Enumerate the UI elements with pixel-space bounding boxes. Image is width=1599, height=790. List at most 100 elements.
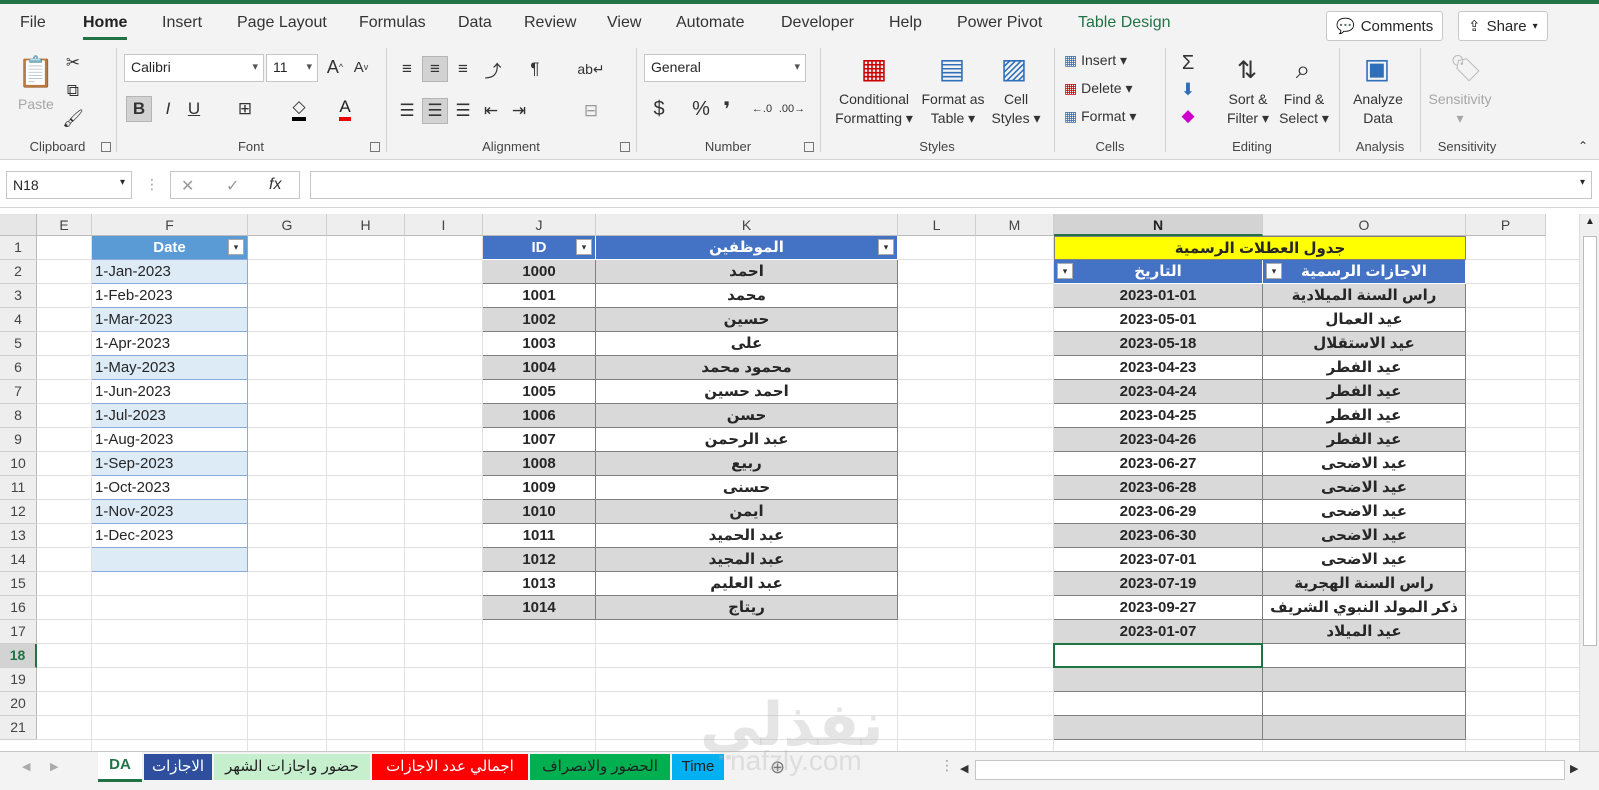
- empty-table-cell[interactable]: [1263, 644, 1466, 668]
- holiday-table-header[interactable]: الاجازات الرسمية ▾: [1263, 260, 1466, 284]
- holiday-date-cell[interactable]: 2023-04-25: [1054, 404, 1263, 428]
- tab-home[interactable]: Home: [83, 14, 128, 40]
- date-cell[interactable]: 1-Feb-2023: [92, 284, 248, 308]
- row-header-12[interactable]: 12: [0, 500, 37, 524]
- font-name-select[interactable]: Calibri ▾: [124, 54, 264, 82]
- empty-table-cell[interactable]: [1263, 716, 1466, 740]
- prev-sheet-icon[interactable]: ◀: [22, 760, 30, 773]
- row-header-14[interactable]: 14: [0, 548, 37, 572]
- empty-table-cell[interactable]: [1054, 716, 1263, 740]
- date-cell[interactable]: [92, 548, 248, 572]
- date-cell[interactable]: 1-Jan-2023: [92, 260, 248, 284]
- row-header-20[interactable]: 20: [0, 692, 37, 716]
- decrease-indent-icon[interactable]: ⇤: [478, 98, 504, 124]
- employee-name-cell[interactable]: ايمن: [596, 500, 898, 524]
- employee-name-cell[interactable]: حسين: [596, 308, 898, 332]
- align-top-icon[interactable]: ≡: [394, 56, 420, 82]
- holiday-name-cell[interactable]: راس السنة الهجرية: [1263, 572, 1466, 596]
- shrink-font-icon[interactable]: Av: [350, 56, 372, 78]
- date-cell[interactable]: 1-Aug-2023: [92, 428, 248, 452]
- tab-power-pivot[interactable]: Power Pivot: [957, 14, 1042, 32]
- insert-cells-button[interactable]: ▦ Insert ▾: [1064, 52, 1127, 69]
- row-header-18[interactable]: 18: [0, 644, 37, 668]
- holiday-name-cell[interactable]: عيد الاضحى: [1263, 548, 1466, 572]
- holiday-date-cell[interactable]: 2023-05-01: [1054, 308, 1263, 332]
- row-header-11[interactable]: 11: [0, 476, 37, 500]
- holiday-date-cell[interactable]: 2023-01-07: [1054, 620, 1263, 644]
- scroll-thumb[interactable]: [1583, 236, 1597, 646]
- column-header-N[interactable]: N: [1054, 214, 1263, 236]
- date-table-header[interactable]: Date ▾: [92, 236, 248, 260]
- dialog-launcher-icon[interactable]: [620, 142, 630, 152]
- clear-icon[interactable]: ◆: [1175, 104, 1201, 128]
- column-header-J[interactable]: J: [483, 214, 596, 236]
- tab-developer[interactable]: Developer: [781, 14, 854, 32]
- employee-id-cell[interactable]: 1002: [483, 308, 596, 332]
- employee-id-cell[interactable]: 1000: [483, 260, 596, 284]
- font-size-select[interactable]: 11 ▾: [266, 54, 318, 82]
- collapse-ribbon-icon[interactable]: ⌃: [1575, 138, 1591, 154]
- next-sheet-icon[interactable]: ▶: [50, 760, 58, 773]
- employee-name-cell[interactable]: عبد الحميد: [596, 524, 898, 548]
- dialog-launcher-icon[interactable]: [101, 142, 111, 152]
- holiday-name-cell[interactable]: عيد الاضحى: [1263, 476, 1466, 500]
- cut-icon[interactable]: ✂: [62, 52, 84, 74]
- scroll-right-icon[interactable]: ▶: [1570, 762, 1578, 775]
- delete-cells-button[interactable]: ▦ Delete ▾: [1064, 80, 1133, 97]
- date-cell[interactable]: 1-Mar-2023: [92, 308, 248, 332]
- employee-id-cell[interactable]: 1008: [483, 452, 596, 476]
- row-header-21[interactable]: 21: [0, 716, 37, 740]
- orientation-icon[interactable]: ⤴: [480, 56, 506, 82]
- holiday-date-cell[interactable]: 2023-06-27: [1054, 452, 1263, 476]
- row-header-15[interactable]: 15: [0, 572, 37, 596]
- empty-table-cell[interactable]: [1054, 668, 1263, 692]
- employee-name-cell[interactable]: احمد حسين: [596, 380, 898, 404]
- align-middle-icon[interactable]: ≡: [422, 56, 448, 82]
- employee-table-header[interactable]: الموظفين ▾: [596, 236, 898, 260]
- format-as-table-button[interactable]: Format as Table ▾: [916, 90, 990, 128]
- number-format-select[interactable]: General ▾: [644, 54, 806, 82]
- date-cell[interactable]: 1-Sep-2023: [92, 452, 248, 476]
- holiday-name-cell[interactable]: عيد الفطر: [1263, 380, 1466, 404]
- employee-id-cell[interactable]: 1011: [483, 524, 596, 548]
- fill-icon[interactable]: ⬇: [1175, 78, 1201, 102]
- row-header-17[interactable]: 17: [0, 620, 37, 644]
- date-cell[interactable]: 1-Nov-2023: [92, 500, 248, 524]
- column-header-K[interactable]: K: [596, 214, 898, 236]
- column-header-E[interactable]: E: [37, 214, 92, 236]
- holiday-table-header[interactable]: التاريخ ▾: [1054, 260, 1263, 284]
- column-header-L[interactable]: L: [898, 214, 976, 236]
- date-cell[interactable]: 1-Jul-2023: [92, 404, 248, 428]
- holiday-date-cell[interactable]: 2023-07-19: [1054, 572, 1263, 596]
- holiday-name-cell[interactable]: عيد الاضحى: [1263, 452, 1466, 476]
- date-cell[interactable]: 1-May-2023: [92, 356, 248, 380]
- column-header-M[interactable]: M: [976, 214, 1054, 236]
- employee-name-cell[interactable]: احمد: [596, 260, 898, 284]
- employee-id-cell[interactable]: 1013: [483, 572, 596, 596]
- column-header-I[interactable]: I: [405, 214, 483, 236]
- font-color-icon[interactable]: A: [332, 96, 358, 122]
- empty-table-cell[interactable]: [1263, 668, 1466, 692]
- sheet-tab[interactable]: الاجازات: [144, 754, 212, 780]
- employee-name-cell[interactable]: ربيع: [596, 452, 898, 476]
- insert-function-icon[interactable]: fx: [269, 176, 281, 194]
- autosum-icon[interactable]: Σ: [1175, 50, 1201, 76]
- holiday-date-cell[interactable]: 2023-04-24: [1054, 380, 1263, 404]
- employee-id-cell[interactable]: 1003: [483, 332, 596, 356]
- tab-table-design[interactable]: Table Design: [1078, 14, 1171, 32]
- worksheet-grid[interactable]: E F G H I J K L M N O P 1 2 3 4 5 6 7 8 9 10 11 12 13 14 15 16 17 18 1…: [0, 214, 1599, 751]
- formula-input[interactable]: ▾: [310, 171, 1592, 199]
- holiday-name-cell[interactable]: عيد الاضحى: [1263, 524, 1466, 548]
- holiday-name-cell[interactable]: عيد الاستقلال: [1263, 332, 1466, 356]
- borders-icon[interactable]: ⊞: [232, 96, 258, 122]
- column-header-P[interactable]: P: [1466, 214, 1546, 236]
- vertical-scrollbar[interactable]: ▲: [1579, 214, 1599, 751]
- holiday-name-cell[interactable]: عيد الميلاد: [1263, 620, 1466, 644]
- row-header-9[interactable]: 9: [0, 428, 37, 452]
- merge-center-icon[interactable]: ⊟: [578, 98, 604, 124]
- comments-button[interactable]: 💬 Comments: [1326, 11, 1444, 41]
- italic-button[interactable]: I: [156, 96, 180, 122]
- holiday-date-cell[interactable]: 2023-07-01: [1054, 548, 1263, 572]
- currency-icon[interactable]: $: [646, 96, 672, 122]
- holiday-date-cell[interactable]: 2023-01-01: [1054, 284, 1263, 308]
